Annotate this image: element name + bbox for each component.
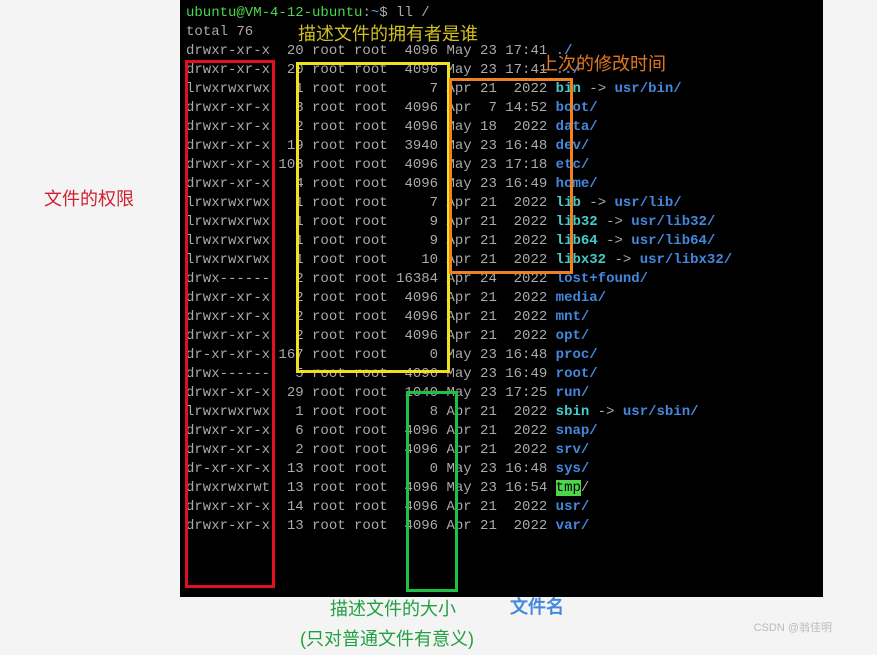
watermark: CSDN @翁佳明 <box>754 619 832 635</box>
annotation-filename: 文件名 <box>510 593 564 619</box>
annotation-mtime: 上次的修改时间 <box>540 50 666 76</box>
annotation-size-note: (只对普通文件有意义) <box>300 625 474 651</box>
terminal-output: ubuntu@VM-4-12-ubuntu:~$ ll / total 76 d… <box>180 0 823 597</box>
annotation-size: 描述文件的大小 <box>330 595 456 621</box>
annotation-permissions: 文件的权限 <box>44 185 134 211</box>
annotation-owner: 描述文件的拥有者是谁 <box>298 20 478 46</box>
